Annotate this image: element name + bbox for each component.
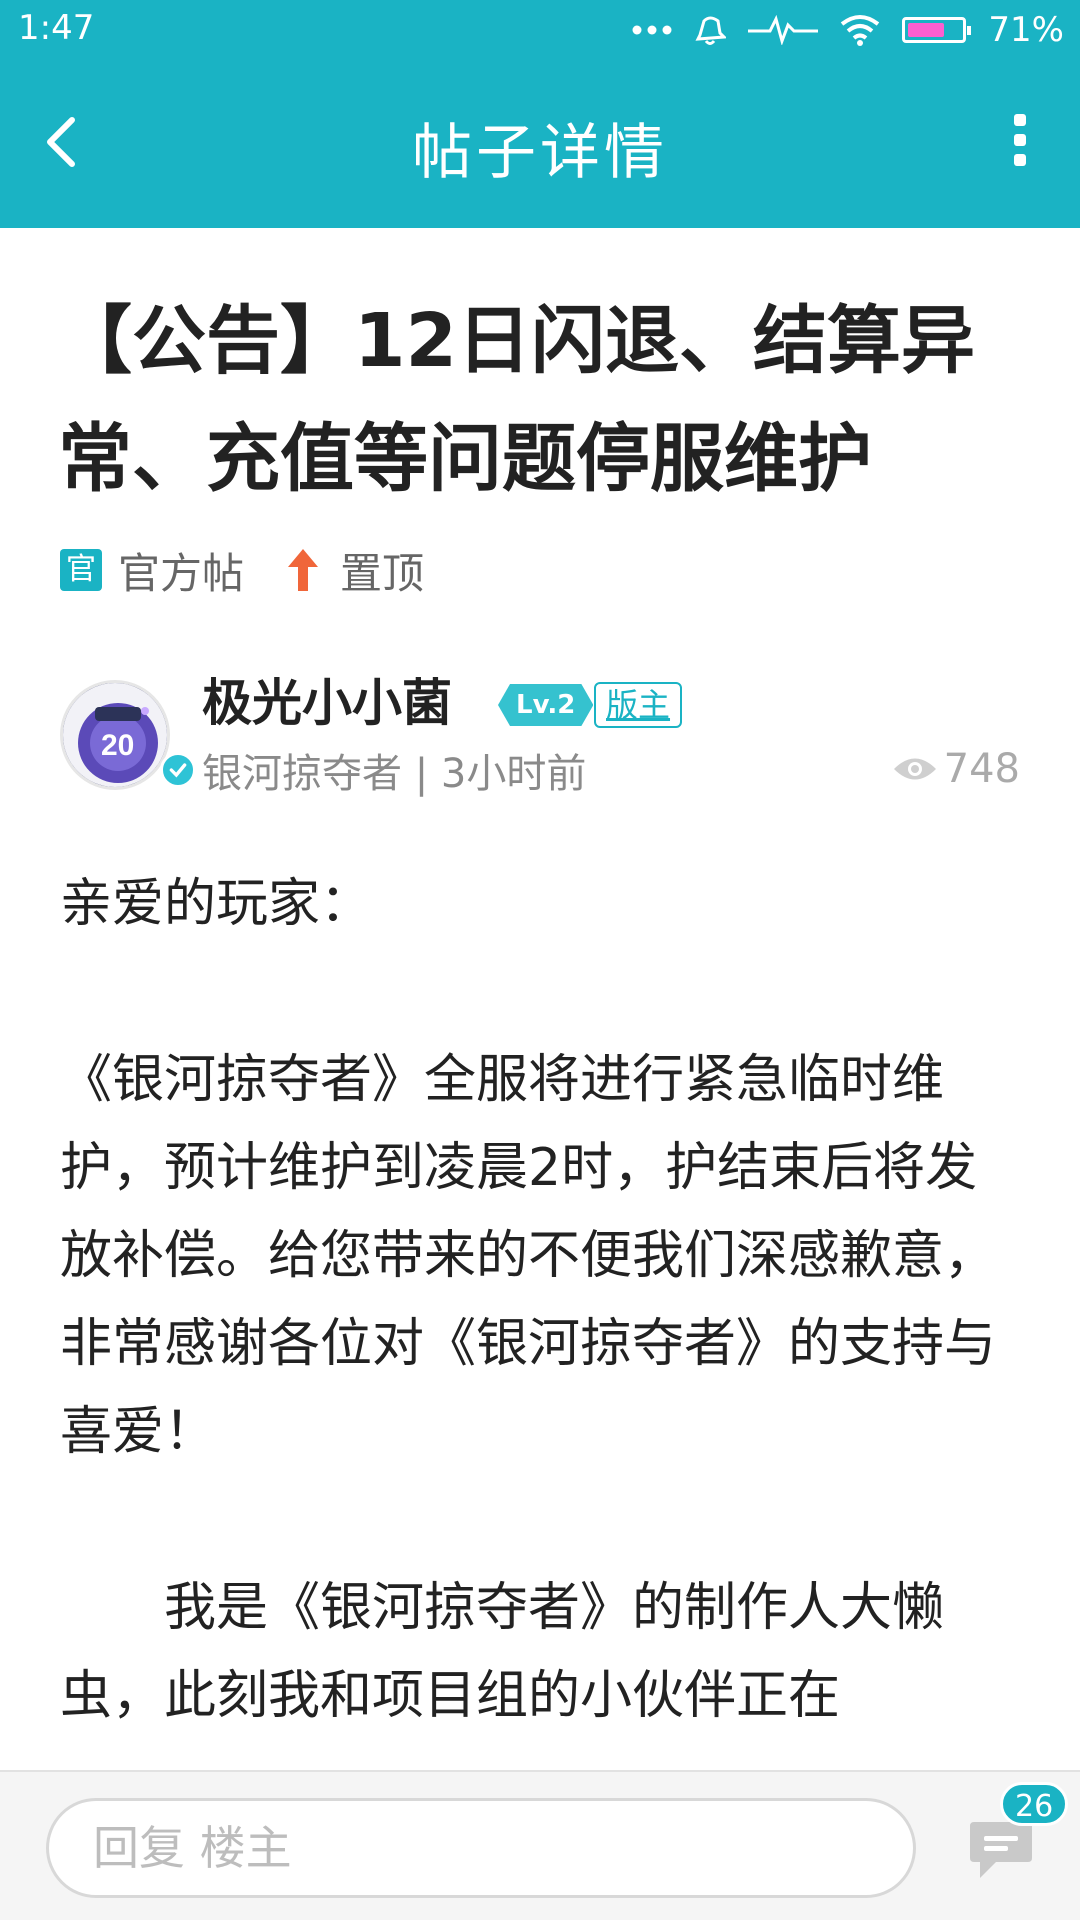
post-body: 亲爱的玩家： 《银河掠夺者》全服将进行紧急临时维护，预计维护到凌晨2时，护结束后…	[60, 860, 1020, 1828]
signal-wave-icon	[748, 15, 819, 45]
wifi-icon	[841, 15, 880, 46]
verified-icon	[160, 752, 196, 788]
post-title: 【公告】12日闪退、结算异常、充值等问题停服维护	[58, 298, 975, 502]
more-dots-icon	[632, 25, 672, 35]
avatar[interactable]: 20	[60, 680, 170, 790]
eye-icon	[893, 758, 936, 780]
svg-text:20: 20	[101, 729, 134, 762]
pinned-tag-label: 置顶	[340, 548, 425, 598]
body-paragraph: 《银河掠夺者》全服将进行紧急临时维护，预计维护到凌晨2时，护结束后将发放补偿。给…	[60, 1050, 997, 1462]
author-meta: 银河掠夺者 | 3小时前	[202, 751, 587, 797]
role-badge: 版主	[594, 682, 683, 728]
official-tag-label: 官方帖	[118, 548, 245, 598]
author-name[interactable]: 极光小小菌	[202, 670, 452, 736]
status-icons: 71%	[632, 6, 1064, 54]
battery-level	[908, 23, 944, 37]
comment-count-badge: 26	[1000, 1782, 1069, 1826]
avatar-image-icon: 20	[63, 683, 167, 787]
reply-bar: 回复 楼主 26	[0, 1770, 1080, 1920]
battery-icon	[902, 17, 972, 43]
battery-percent: 71%	[988, 10, 1064, 50]
app-bar: 帖子详情	[0, 60, 1080, 228]
alarm-icon	[695, 16, 727, 45]
reply-input[interactable]: 回复 楼主	[46, 1798, 916, 1898]
more-vertical-icon	[1014, 114, 1026, 166]
level-badge: Lv.2	[498, 684, 593, 726]
status-time: 1:47	[18, 8, 95, 48]
view-count-value: 748	[943, 746, 1020, 792]
status-bar: 1:47 71%	[0, 0, 1080, 60]
author-row: 20 极光小小菌 Lv.2 版主 银河掠夺者 | 3小时前 748	[60, 670, 1020, 800]
pin-arrow-icon	[288, 549, 319, 591]
view-count: 748	[892, 746, 1020, 792]
more-options-button[interactable]	[1000, 110, 1040, 170]
page-title: 帖子详情	[412, 118, 668, 188]
body-greeting: 亲爱的玩家：	[60, 874, 373, 934]
post-tags: 官 官方帖 置顶	[60, 540, 424, 600]
official-icon: 官	[60, 549, 102, 591]
body-paragraph: 我是《银河掠夺者》的制作人大懒虫，此刻我和项目组的小伙伴正在	[60, 1578, 945, 1726]
